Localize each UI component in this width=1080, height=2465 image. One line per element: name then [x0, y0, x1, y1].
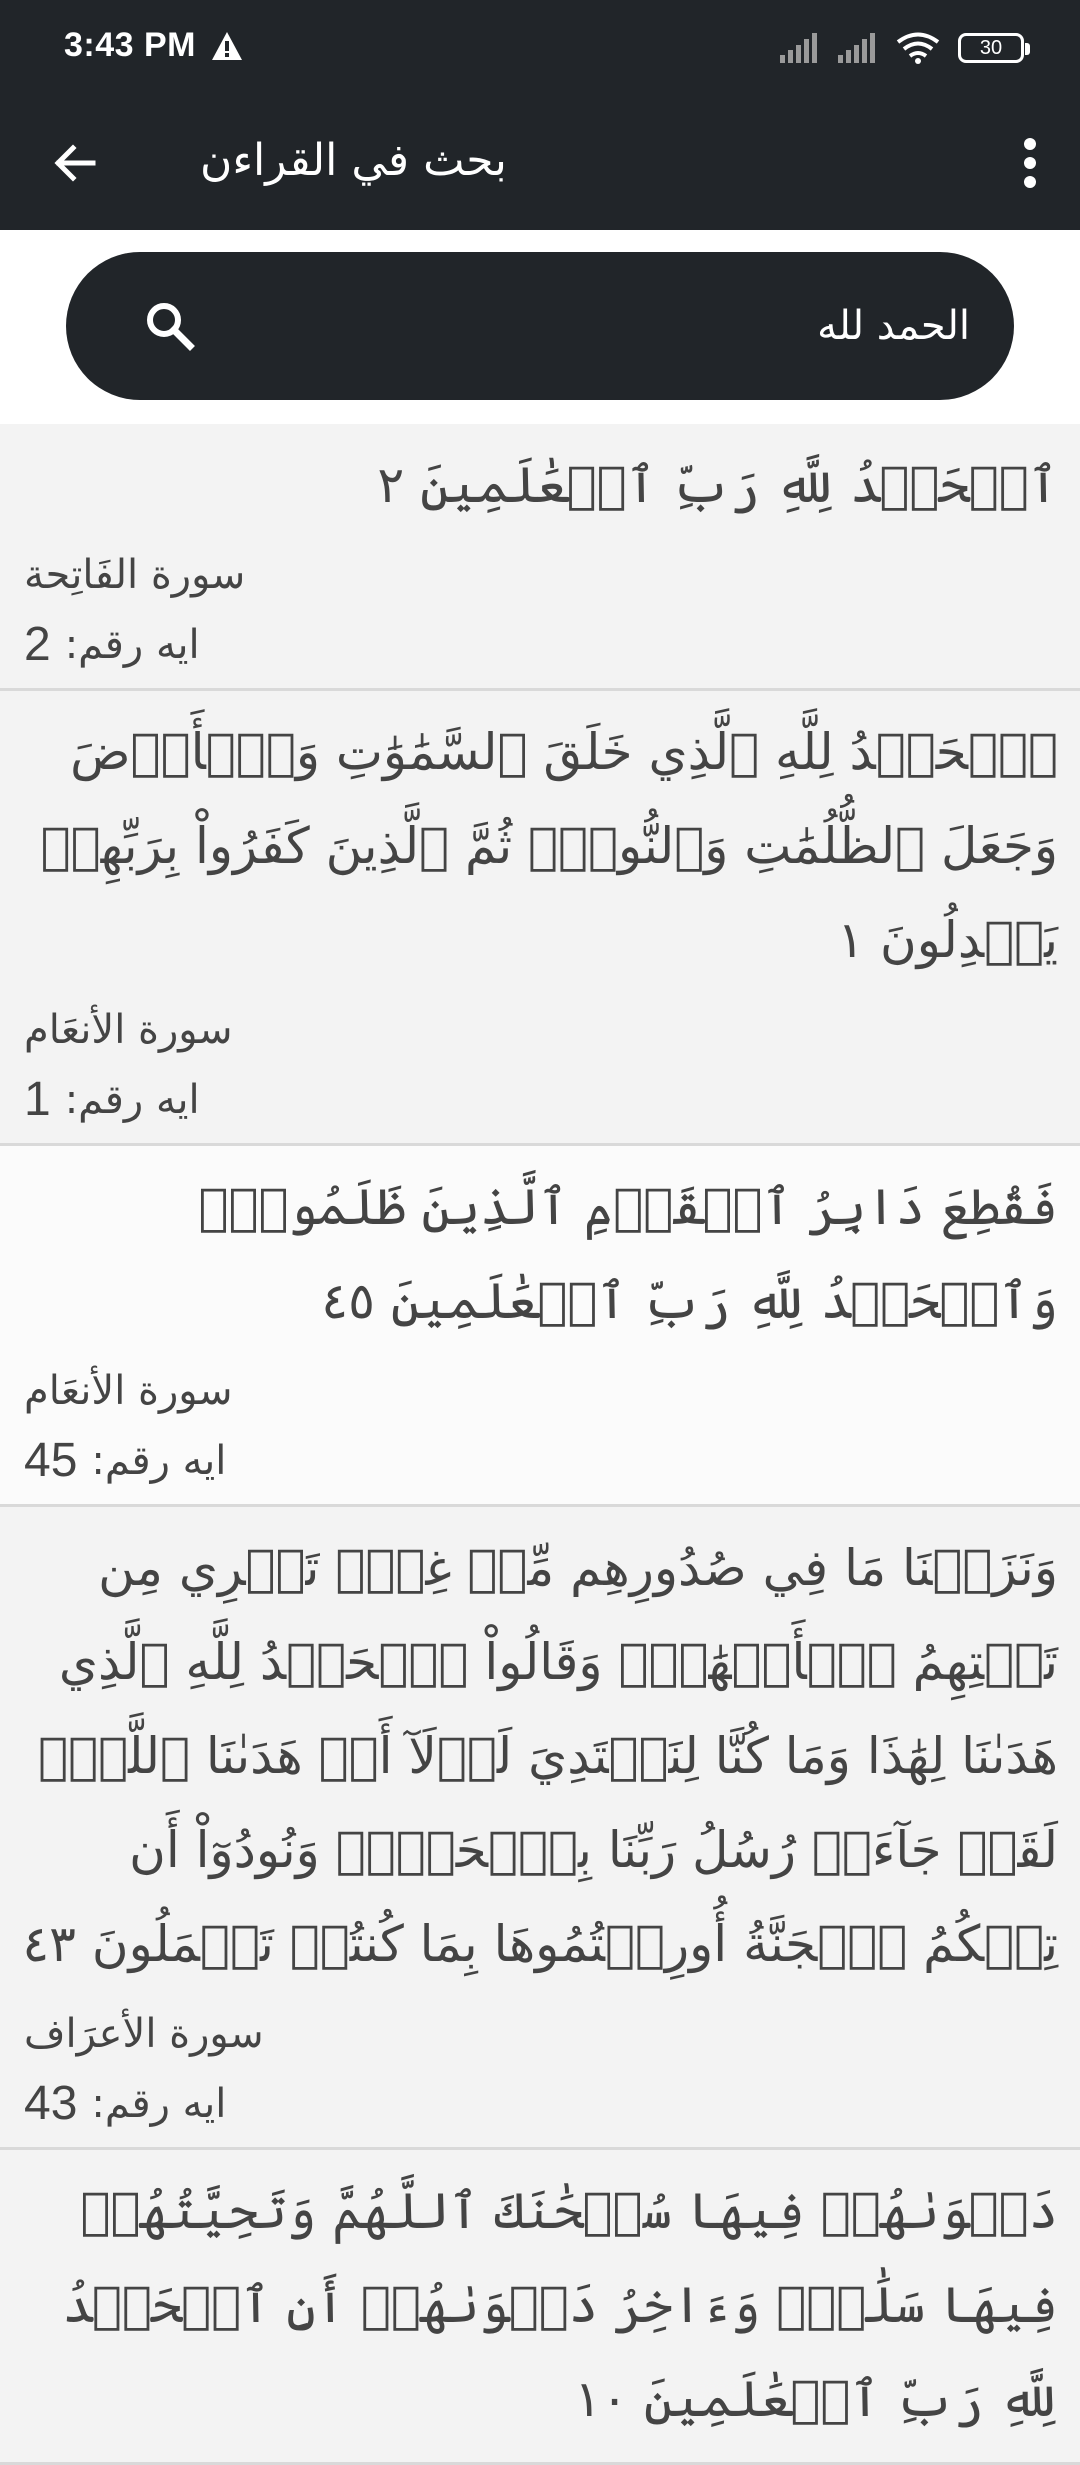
app-bar: بحث في القراءن	[0, 96, 1080, 230]
surah-name	[0, 2446, 24, 2462]
result-item[interactable]: دَعۡوَىٰهُمۡ فِيهَا سُبۡحَٰنَكَ ٱللَّهُم…	[0, 2150, 1080, 2465]
search-input[interactable]	[250, 282, 970, 370]
ayah-number-label: ايه رقم:	[64, 1077, 200, 1123]
wifi-icon	[896, 31, 940, 65]
ayah-number: 43	[24, 2077, 78, 2130]
back-button[interactable]	[44, 132, 106, 194]
ayah-text: وَنَزَعۡنَا مَا فِي صُدُورِهِم مِّنۡ غِل…	[22, 1539, 1058, 1973]
ayah-number: 2	[24, 618, 51, 671]
ayah-number: 1	[24, 1073, 51, 1126]
ayah-number-label: ايه رقم:	[91, 2081, 227, 2127]
more-options-button[interactable]	[1002, 128, 1058, 198]
signal-icon-2	[838, 33, 878, 63]
ayah-number: 45	[24, 1434, 78, 1487]
signal-icon	[780, 33, 820, 63]
ayah-number-label: ايه رقم:	[64, 622, 200, 668]
surah-name: سورة الفَاتِحة	[24, 552, 246, 598]
results-list: ٱلۡحَمۡدُ لِلَّهِ رَبِّ ٱلۡعَٰلَمِينَ ٢ …	[0, 424, 1080, 2465]
result-item[interactable]: وَنَزَعۡنَا مَا فِي صُدُورِهِم مِّنۡ غِل…	[0, 1507, 1080, 2150]
surah-name: سورة الأنعَام	[24, 1007, 233, 1053]
ayah-number-row: 43 ايه رقم:	[0, 2061, 1080, 2147]
ayah-text: ٱلۡحَمۡدُ لِلَّهِ رَبِّ ٱلۡعَٰلَمِينَ ٢	[377, 456, 1058, 514]
ayah-number-row: 45 ايه رقم:	[0, 1418, 1080, 1504]
ayah-number-row: 2 ايه رقم:	[0, 602, 1080, 688]
arrow-left-icon	[54, 144, 96, 182]
ayah-number-row: 1 ايه رقم:	[0, 1057, 1080, 1143]
search-section	[0, 230, 1080, 424]
result-item[interactable]: فَقُطِعَ دَابِرُ ٱلۡقَوۡمِ ٱلَّذِينَ ظَل…	[0, 1146, 1080, 1507]
ayah-number-label: ايه رقم:	[91, 1438, 227, 1484]
search-icon[interactable]	[142, 298, 198, 354]
search-bar	[66, 252, 1014, 400]
ayah-text: ٱلۡحَمۡدُ لِلَّهِ ٱلَّذِي خَلَقَ ٱلسَّمَ…	[40, 723, 1058, 969]
battery-level: 30	[979, 37, 1003, 59]
ayah-text: دَعۡوَىٰهُمۡ فِيهَا سُبۡحَٰنَكَ ٱللَّهُم…	[62, 2182, 1058, 2428]
status-bar: 3:43 PM 30	[0, 0, 1080, 96]
battery-icon: 30	[958, 33, 1030, 63]
result-item[interactable]: ٱلۡحَمۡدُ لِلَّهِ رَبِّ ٱلۡعَٰلَمِينَ ٢ …	[0, 424, 1080, 691]
status-time: 3:43 PM	[64, 26, 196, 64]
page-title: بحث في القراءن	[200, 135, 507, 186]
ayah-text: فَقُطِعَ دَابِرُ ٱلۡقَوۡمِ ٱلَّذِينَ ظَل…	[198, 1178, 1058, 1330]
surah-name: سورة الأنعَام	[24, 1368, 233, 1414]
warning-icon	[210, 30, 244, 62]
result-item[interactable]: ٱلۡحَمۡدُ لِلَّهِ ٱلَّذِي خَلَقَ ٱلسَّمَ…	[0, 691, 1080, 1146]
status-icons: 30	[780, 26, 1030, 70]
surah-name: سورة الأعرَاف	[24, 2011, 264, 2057]
more-vertical-icon	[1024, 138, 1036, 188]
